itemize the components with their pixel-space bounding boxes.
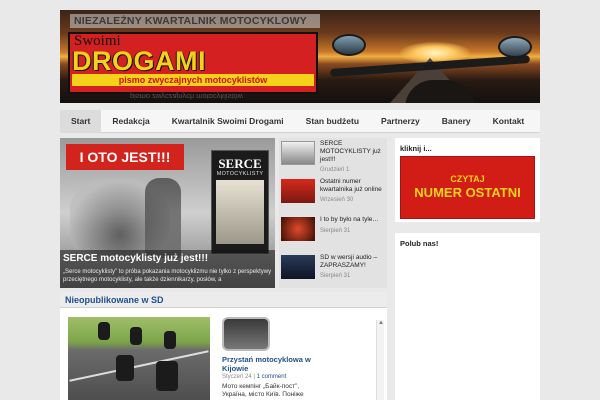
main-nav: Start Redakcja Kwartalnik Swoimi Drogami… [60, 109, 540, 133]
list-item[interactable]: SD w wersji audio – ZAPRASZAMY! Sierpień… [279, 252, 387, 289]
book-title: SERCE [218, 156, 262, 171]
post-title[interactable]: I to by było na tyle… [320, 216, 386, 224]
post-thumbnail[interactable] [281, 179, 315, 203]
post-date: Styczeń 24 [222, 374, 252, 380]
post-date: Sierpień 31 [320, 228, 351, 234]
post-date: Wrzesień 30 [320, 197, 354, 203]
comments-link[interactable]: 1 comment [257, 374, 287, 380]
sidebar-widget-like: Polub nas! [395, 233, 540, 400]
road-marking [69, 350, 209, 382]
post-thumbnail[interactable] [281, 255, 315, 279]
book-cover-photo [216, 180, 264, 244]
nav-item-kontakt[interactable]: Kontakt [482, 110, 536, 133]
post-card[interactable]: Przystań motocyklowa w Kijowie Styczeń 2… [214, 314, 314, 400]
read-latest-banner[interactable]: CZYTAJ NUMER OSTATNI [400, 156, 535, 219]
list-item[interactable]: I to by było na tyle… Sierpień 31 [279, 214, 387, 251]
post-excerpt: Мото кемпінг „Байк-пост”, Україна, місто… [222, 383, 304, 400]
site-tagline: NIEZALEŻNY KWARTALNIK MOTOCYKLOWY [70, 14, 320, 28]
scroll-up-icon[interactable]: ▲ [378, 320, 384, 326]
nav-item-stan-budzetu[interactable]: Stan budżetu [295, 110, 370, 133]
widget-title: Polub nas! [400, 239, 439, 248]
nav-item-partnerzy[interactable]: Partnerzy [370, 110, 431, 133]
post-date: Sierpień 31 [320, 273, 351, 279]
post-thumbnail[interactable] [281, 217, 315, 241]
nav-item-redakcja[interactable]: Redakcja [101, 110, 160, 133]
rider-figure [164, 331, 176, 349]
banner-line-1: CZYTAJ [450, 174, 485, 184]
post-date: Grudzień 1 [320, 167, 350, 173]
nav-item-kwartalnik[interactable]: Kwartalnik Swoimi Drogami [161, 110, 295, 133]
logo-reflection: pismo zwyczajnych motocyklistów [130, 92, 243, 101]
banner-line-2: NUMER OSTATNI [414, 185, 521, 200]
unpublished-section: Nieopublikowane w SD Przystań motocyklow… [60, 292, 387, 400]
post-title[interactable]: Ostatni numer kwartalnika już online [320, 178, 386, 194]
featured-badge: I OTO JEST!!! [66, 144, 184, 170]
list-item[interactable]: SERCE MOTOCYKLISTY już jest!!! Grudzień … [279, 138, 387, 175]
post-title[interactable]: SD w wersji audio – ZAPRASZAMY! [320, 254, 386, 270]
featured-title[interactable]: SERCE motocyklisty już jest!!! [63, 253, 208, 264]
featured-excerpt: „Serce motocyklisty” to próba pokazania … [63, 269, 272, 283]
rider-figure [98, 322, 110, 340]
rider-figure [156, 361, 178, 391]
right-mirror-image [498, 36, 532, 58]
scrollbar[interactable]: ▲ [376, 320, 384, 400]
post-thumbnail[interactable] [281, 141, 315, 165]
logo-subtitle: pismo zwyczajnych motocyklistów [72, 74, 314, 86]
book-subtitle: MOTOCYKLISTY [216, 171, 264, 177]
slider-post-list: SERCE MOTOCYKLISTY już jest!!! Grudzień … [279, 138, 387, 288]
logo-title: DROGAMI [72, 46, 206, 76]
featured-slide[interactable]: I OTO JEST!!! SERCE MOTOCYKLISTY SERCE m… [60, 138, 275, 288]
rider-figure [116, 355, 134, 381]
riders-photo[interactable] [68, 317, 210, 400]
sidebar-widget-latest: kliknij i... CZYTAJ NUMER OSTATNI [395, 138, 540, 222]
section-title: Nieopublikowane w SD [65, 295, 164, 305]
post-thumbnail[interactable] [222, 317, 270, 351]
list-item[interactable]: Ostatni numer kwartalnika już online Wrz… [279, 176, 387, 213]
post-title[interactable]: SERCE MOTOCYKLISTY już jest!!! [320, 140, 386, 164]
rider-image [145, 178, 181, 258]
post-meta: Styczeń 24 | 1 comment [222, 374, 287, 380]
left-mirror-image [332, 34, 366, 56]
nav-item-start[interactable]: Start [60, 109, 102, 133]
site-header[interactable]: NIEZALEŻNY KWARTALNIK MOTOCYKLOWY Swoimi… [60, 10, 540, 103]
widget-title: kliknij i... [400, 144, 432, 153]
rider-figure [130, 327, 142, 345]
nav-item-banery[interactable]: Banery [431, 110, 482, 133]
post-title[interactable]: Przystań motocyklowa w Kijowie [222, 355, 312, 373]
